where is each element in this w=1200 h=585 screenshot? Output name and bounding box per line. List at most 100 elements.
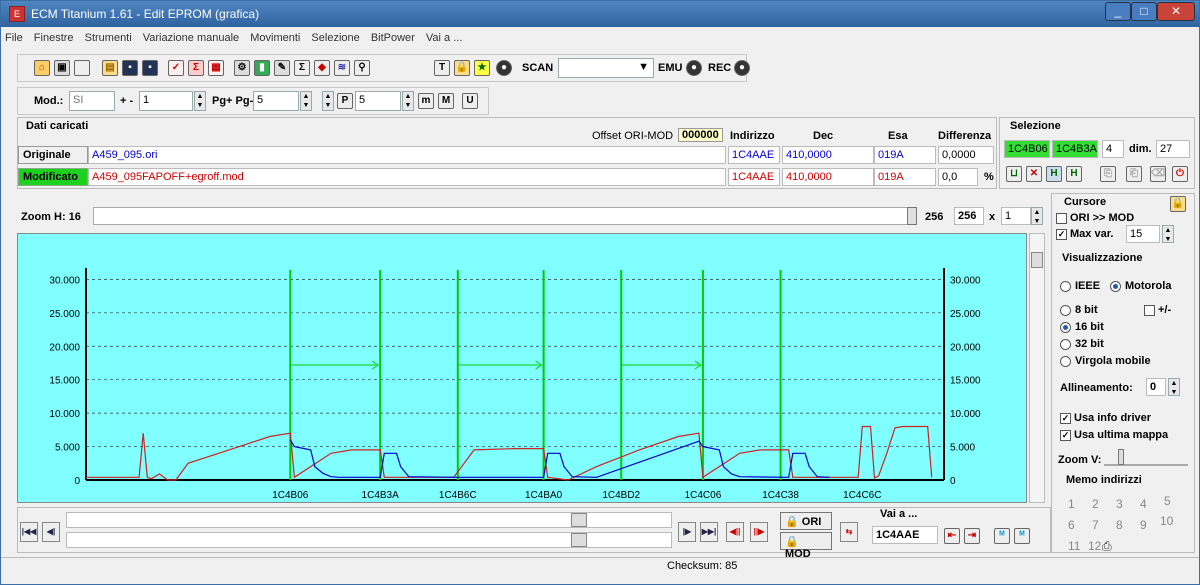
allineamento-field[interactable]: 0 — [1146, 378, 1166, 396]
sel-bracket-icon[interactable]: ⊔ — [1006, 166, 1022, 182]
ori-scrollbar-thumb[interactable] — [571, 513, 587, 527]
zoom-mult-field[interactable]: 1 — [1001, 207, 1031, 225]
p-spinner[interactable]: ▲ ▼ — [322, 91, 334, 111]
mod-field[interactable]: SI — [69, 91, 115, 111]
prev-button[interactable]: ◀| — [42, 522, 60, 542]
power-icon[interactable]: ⏻ — [1172, 166, 1188, 182]
first-button[interactable]: |◀◀ — [20, 522, 38, 542]
p-field[interactable]: 5 — [355, 91, 401, 111]
goto-right-icon[interactable]: ⇥ — [964, 528, 980, 544]
menu-file[interactable]: File — [1, 29, 27, 47]
memo-item[interactable]: 2 — [1092, 494, 1116, 514]
selection-end[interactable]: 1C4B3A — [1052, 140, 1098, 158]
bit32-radio-dot[interactable] — [1060, 338, 1071, 350]
mod-button[interactable]: 🔒 MOD — [780, 532, 832, 560]
pg-spinner[interactable]: ▲ ▼ — [300, 91, 312, 111]
calc-icon[interactable]: Σ — [188, 60, 204, 76]
paste-icon[interactable]: ⎗ — [1126, 166, 1142, 182]
sum-icon[interactable]: Σ — [294, 60, 310, 76]
mod-scrollbar-thumb[interactable] — [571, 533, 587, 547]
bit16-radio-dot[interactable] — [1060, 321, 1071, 333]
pm-checkbox[interactable] — [1144, 304, 1155, 316]
prev-diff-button[interactable]: ◀|| — [726, 522, 744, 542]
sel-h-icon[interactable]: H — [1046, 166, 1062, 182]
zoom-v-slider[interactable] — [1104, 452, 1188, 466]
ori-mod-checkbox[interactable] — [1056, 212, 1067, 224]
terminal-icon[interactable]: T — [434, 60, 450, 76]
blank-icon[interactable] — [74, 60, 90, 76]
menu-movimenti[interactable]: Movimenti — [246, 29, 304, 47]
marker-right-icon[interactable]: ᴹ — [1014, 528, 1030, 544]
compare-button[interactable]: ⇆ — [840, 522, 858, 542]
menu-strumenti[interactable]: Strumenti — [81, 29, 136, 47]
menu-finestre[interactable]: Finestre — [30, 29, 78, 47]
memo-item[interactable]: 11 — [1068, 536, 1088, 556]
minimize-button[interactable]: _ — [1105, 2, 1131, 21]
ori-mod-check[interactable]: ORI >> MOD — [1056, 212, 1134, 224]
emu-disc-icon[interactable]: ● — [686, 60, 702, 76]
memo-item[interactable]: 10 — [1160, 514, 1173, 528]
chart-vscroll[interactable] — [1029, 233, 1045, 503]
pm-check[interactable]: +/- — [1144, 304, 1171, 316]
motorola-radio[interactable]: Motorola — [1110, 280, 1171, 292]
max-var-check[interactable]: ✓ Max var. — [1056, 228, 1113, 240]
check-icon[interactable]: ✓ — [168, 60, 184, 76]
plusminus-spinner[interactable]: ▲ ▼ — [194, 91, 206, 111]
vai-field[interactable]: 1C4AAE — [872, 526, 938, 544]
lock-icon[interactable]: 🔒 — [454, 60, 470, 76]
calendar-icon[interactable]: ▦ — [208, 60, 224, 76]
sel-cross-icon[interactable]: ✕ — [1026, 166, 1042, 182]
mod-scrollbar[interactable] — [66, 532, 672, 548]
save-as-icon[interactable]: ▪ — [142, 60, 158, 76]
p-icon[interactable]: P — [337, 93, 353, 109]
ieee-radio-dot[interactable] — [1060, 280, 1071, 292]
next-button[interactable]: |▶ — [678, 522, 696, 542]
bit8-radio-dot[interactable] — [1060, 304, 1071, 316]
usa-info-check[interactable]: ✓ Usa info driver — [1060, 412, 1151, 424]
zoom-mult-spinner[interactable]: ▲ ▼ — [1031, 207, 1043, 225]
rec-disc-icon[interactable]: ● — [734, 60, 750, 76]
memo-item[interactable]: 5 — [1164, 494, 1171, 508]
chart-icon[interactable]: ≋ — [334, 60, 350, 76]
motorola-radio-dot[interactable] — [1110, 280, 1121, 292]
ori-scrollbar[interactable] — [66, 512, 672, 528]
pg-field[interactable]: 5 — [253, 91, 299, 111]
plusminus-field[interactable]: 1 — [139, 91, 193, 111]
memo-item[interactable]: 6 — [1068, 515, 1092, 535]
cursor-lock-icon[interactable]: 🔒 — [1170, 196, 1186, 212]
memo-item[interactable]: 12 — [1088, 536, 1102, 556]
binoculars-icon[interactable]: ⚲ — [354, 60, 370, 76]
originale-button[interactable]: Originale — [18, 146, 88, 164]
zoom-v-thumb[interactable] — [1118, 449, 1124, 465]
bit8-radio[interactable]: 8 bit — [1060, 304, 1098, 316]
M-icon[interactable]: M — [438, 93, 454, 109]
usa-ultima-checkbox[interactable]: ✓ — [1060, 429, 1071, 441]
memo-save-icon[interactable]: ⎙ — [1102, 536, 1126, 556]
save-icon[interactable]: ▪ — [122, 60, 138, 76]
menu-selezione[interactable]: Selezione — [307, 29, 363, 47]
open-folder-icon[interactable]: ▤ — [102, 60, 118, 76]
runner-icon[interactable]: ★ — [474, 60, 490, 76]
menu-bitpower[interactable]: BitPower — [367, 29, 419, 47]
memo-item[interactable]: 7 — [1092, 515, 1116, 535]
selection-start[interactable]: 1C4B06 — [1004, 140, 1050, 158]
modificato-button[interactable]: Modificato — [18, 168, 88, 186]
last-button[interactable]: ▶▶| — [700, 522, 718, 542]
memo-item[interactable]: 8 — [1116, 515, 1140, 535]
memo-item[interactable]: 3 — [1116, 494, 1140, 514]
shapes-icon[interactable]: ◆ — [314, 60, 330, 76]
copy-icon[interactable]: ⎘ — [1100, 166, 1116, 182]
usa-info-checkbox[interactable]: ✓ — [1060, 412, 1071, 424]
menu-vai-a[interactable]: Vai a ... — [422, 29, 466, 47]
dim-field[interactable]: 27 — [1156, 140, 1190, 158]
tools-icon[interactable]: ⚙ — [234, 60, 250, 76]
bit16-radio[interactable]: 16 bit — [1060, 321, 1104, 333]
close-button[interactable]: ✕ — [1157, 2, 1195, 21]
maximize-button[interactable]: □ — [1131, 2, 1157, 21]
memo-item[interactable]: 1 — [1068, 494, 1092, 514]
allineamento-spinner[interactable]: ▲ ▼ — [1168, 378, 1180, 396]
disc-icon[interactable]: ● — [496, 60, 512, 76]
max-var-field[interactable]: 15 — [1126, 225, 1160, 243]
p-field-spinner[interactable]: ▲ ▼ — [402, 91, 414, 111]
m-icon[interactable]: m — [418, 93, 434, 109]
